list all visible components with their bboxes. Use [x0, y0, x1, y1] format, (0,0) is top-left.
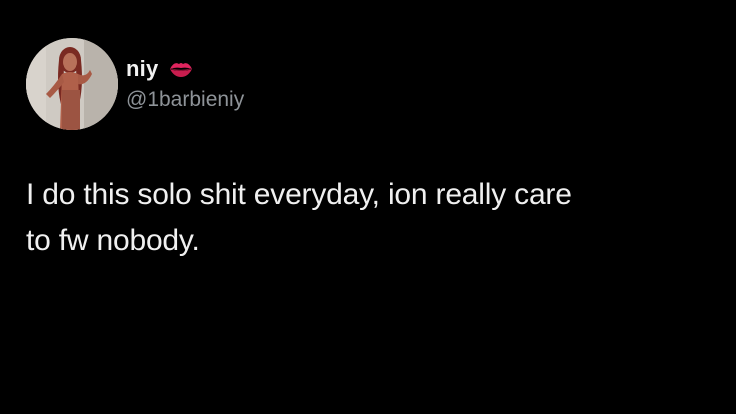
tweet-card: niy @1barbieniy I do this solo shit ever… [0, 0, 736, 414]
tweet-text-line-1: I do this solo shit everyday, ion really… [26, 178, 572, 211]
avatar-photo [26, 38, 118, 130]
kiss-mark-icon [168, 58, 194, 80]
tweet-text-line-2: to fw nobody. [26, 224, 200, 257]
user-handle[interactable]: @1barbieniy [126, 88, 244, 112]
display-name[interactable]: niy [126, 56, 158, 82]
avatar[interactable] [26, 38, 118, 130]
user-name-row: niy [126, 54, 194, 84]
tweet-text: I do this solo shit everyday, ion really… [26, 172, 716, 264]
